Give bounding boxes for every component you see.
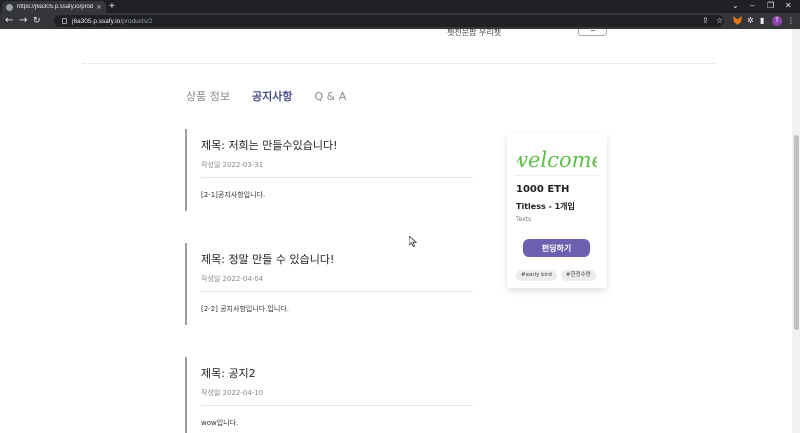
page-content: 펫전문팝 우리펫 상품 정보 공지사항 Q & A 제목: 저희는 만들수있습니…: [0, 29, 792, 433]
lock-icon: [62, 18, 67, 24]
browser-menu-icon[interactable]: ⋮: [787, 16, 795, 26]
notice-date: 작성일 2022-03-31: [201, 161, 264, 169]
notice-body: [2-2] 공지사항입니다.입니다.: [201, 305, 289, 313]
extensions-puzzle-icon[interactable]: ✲: [747, 16, 754, 26]
close-window-button[interactable]: ✕: [785, 1, 792, 11]
notice-item: 제목: 저희는 만들수있습니다! 작성일 2022-03-31 [2-1]공지사…: [185, 129, 473, 211]
url-path: /products/2: [120, 17, 153, 25]
price-text: 1000 ETH: [516, 184, 570, 195]
notice-body: wow입니다.: [201, 419, 239, 427]
funding-card: welcome 1000 ETH Titless - 1개입 Texts 펀딩하…: [507, 134, 607, 288]
browser-toolbar: ← → ↻ j6a305.p.ssafy.io/products/2 ⇪ ☆ ✲…: [0, 13, 800, 29]
minimize-button[interactable]: –: [750, 1, 754, 11]
browser-tab[interactable]: https://j6a305.p.ssafy.io/product ×: [2, 1, 106, 13]
globe-icon: [6, 3, 13, 11]
tag-limited[interactable]: #한정수량: [560, 270, 596, 281]
card-divider: [515, 175, 599, 176]
tab-close-button[interactable]: ×: [96, 3, 102, 11]
share-icon[interactable]: ⇪: [702, 16, 709, 26]
url-text: j6a305.p.ssafy.io/products/2: [72, 18, 152, 25]
notice-separator: [201, 291, 473, 292]
shop-name-text: 펫전문팝 우리펫: [447, 29, 502, 37]
fund-button[interactable]: 펀딩하기: [523, 239, 590, 257]
browser-tabstrip: https://j6a305.p.ssafy.io/product × + ⌄ …: [0, 0, 800, 13]
tag-list: #early bird #한정수량: [516, 270, 596, 281]
welcome-logo: welcome: [517, 148, 597, 172]
tab-search-icon[interactable]: ⌄: [732, 1, 739, 11]
notice-item: 제목: 공지2 작성일 2022-04-10 wow입니다.: [185, 357, 473, 433]
tab-notices[interactable]: 공지사항: [252, 90, 292, 104]
url-host: j6a305.p.ssafy.io: [72, 17, 121, 25]
back-arrow-icon[interactable]: ←: [5, 15, 13, 27]
notice-date: 작성일 2022-04-04: [201, 275, 264, 283]
tag-early-bird[interactable]: #early bird: [516, 270, 557, 281]
tab-qna[interactable]: Q & A: [314, 90, 346, 104]
product-tabs: 상품 정보 공지사항 Q & A: [186, 90, 368, 104]
side-panel-icon[interactable]: ▮: [760, 16, 764, 26]
reward-description: Texts: [516, 216, 532, 223]
address-bar[interactable]: j6a305.p.ssafy.io/products/2: [54, 15, 724, 27]
notice-title: 제목: 공지2: [201, 367, 256, 380]
notice-separator: [201, 405, 473, 406]
reward-tier: Titless - 1개입: [516, 202, 575, 211]
bookmark-star-icon[interactable]: ☆: [716, 16, 723, 26]
forward-arrow-icon[interactable]: →: [19, 15, 27, 27]
metamask-fox-icon[interactable]: [733, 16, 742, 28]
tab-product-info[interactable]: 상품 정보: [186, 90, 230, 104]
scrollbar-thumb[interactable]: [794, 135, 799, 330]
reload-icon[interactable]: ↻: [33, 15, 41, 27]
notice-separator: [201, 177, 473, 178]
profile-avatar[interactable]: T: [772, 16, 782, 26]
notice-date: 작성일 2022-04-10: [201, 389, 264, 397]
maximize-button[interactable]: ❐: [767, 1, 774, 11]
quantity-stepper[interactable]: [578, 29, 607, 36]
welcome-text: welcome: [517, 148, 597, 172]
section-divider: [82, 63, 715, 64]
tab-title: https://j6a305.p.ssafy.io/product: [17, 4, 94, 10]
notice-body: [2-1]공지사항입니다.: [201, 191, 266, 199]
new-tab-button[interactable]: +: [109, 1, 115, 12]
notice-title: 제목: 저희는 만들수있습니다!: [201, 139, 338, 152]
mouse-cursor-icon: [409, 236, 417, 247]
notice-title: 제목: 정말 만들 수 있습니다!: [201, 253, 335, 266]
notice-item: 제목: 정말 만들 수 있습니다! 작성일 2022-04-04 [2-2] 공…: [185, 243, 473, 325]
